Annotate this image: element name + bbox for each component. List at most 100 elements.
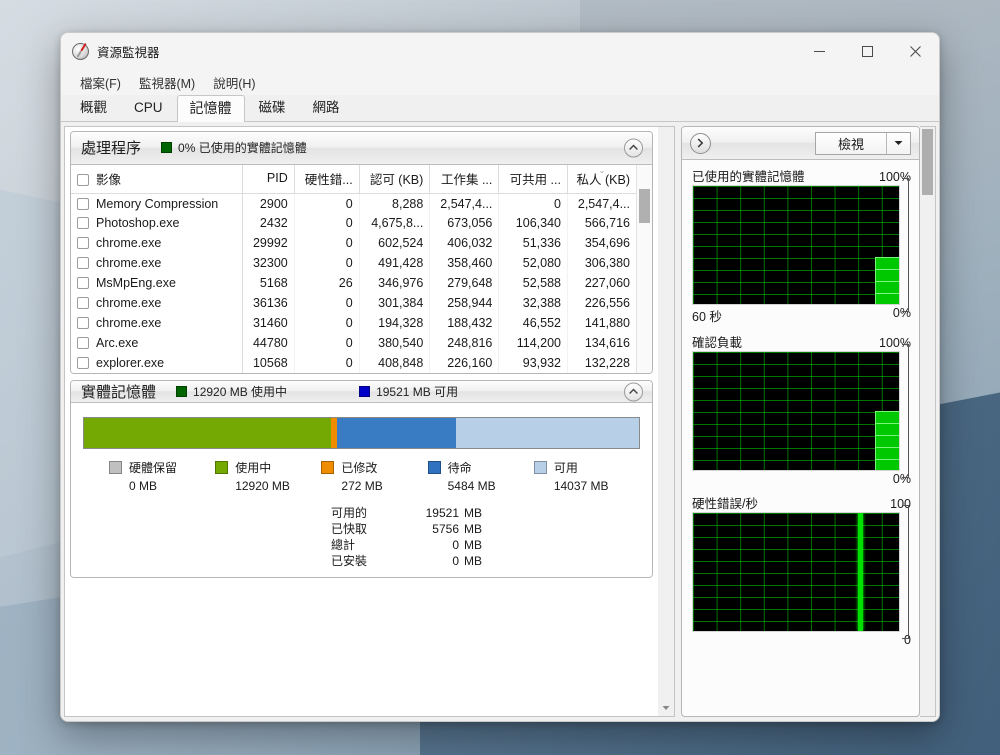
memory-usage-bar: [83, 417, 640, 449]
graph-title: 已使用的實體記憶體: [692, 170, 805, 184]
processes-section-header[interactable]: 處理程序 0% 已使用的實體記憶體: [71, 132, 652, 165]
scroll-up-button[interactable]: [658, 127, 674, 144]
column-header-pid[interactable]: PID: [242, 164, 295, 194]
cell-commit: 301,384: [359, 293, 431, 314]
table-row[interactable]: explorer.exe 10568 0 408,848 226,160 93,932 13…: [71, 353, 636, 373]
cell-image: explorer.exe: [71, 353, 243, 373]
chevron-right-icon[interactable]: [690, 132, 711, 154]
blue-swatch-icon: [359, 386, 371, 397]
column-header-shareable[interactable]: 可共用 ...: [498, 164, 568, 194]
column-header-image[interactable]: 影像: [71, 164, 243, 194]
resource-monitor-icon: [72, 42, 89, 60]
menu-item-file[interactable]: 檔案(F): [71, 70, 130, 95]
left-pane-scrollbar[interactable]: [658, 126, 675, 717]
sort-indicator-icon: ⌄: [598, 165, 606, 175]
physical-memory-header[interactable]: 實體記憶體 12920 MB 使用中 19521 MB 可用: [71, 381, 652, 403]
column-header-hard-faults[interactable]: 硬性錯...: [294, 164, 360, 194]
column-header-private[interactable]: ⌄ 私人 (KB): [567, 164, 636, 194]
physical-memory-section: 實體記憶體 12920 MB 使用中 19521 MB 可用 硬體保留 0 MB…: [70, 380, 653, 578]
tab-overview[interactable]: 概觀: [67, 95, 120, 121]
green-swatch-icon: [161, 142, 173, 154]
summary-row: 已快取 5756 MB: [331, 521, 640, 537]
cell-working-set: 248,816: [429, 333, 500, 354]
cell-working-set: 673,056: [429, 213, 500, 234]
tab-network[interactable]: 網路: [300, 95, 353, 121]
summary-key: 已安裝: [331, 554, 368, 568]
scrollbar-thumb[interactable]: [639, 188, 650, 223]
cell-private: 354,696: [584, 236, 630, 251]
column-header-working-set[interactable]: 工作集 ...: [429, 164, 500, 194]
content-area: 處理程序 0% 已使用的實體記憶體 影像 PID 硬性錯... 認可 (KB) …: [61, 122, 939, 721]
table-row[interactable]: Photoshop.exe 2432 0 4,675,8... 673,056 106,3…: [71, 213, 636, 234]
table-row[interactable]: chrome.exe 31460 0 194,328 188,432 46,552 141,…: [71, 313, 636, 334]
cell-commit: 194,328: [359, 313, 431, 334]
legend-item: 已修改 272 MB: [321, 459, 427, 493]
memory-bar-segment: [455, 418, 639, 448]
cell-private: 2,547,4...: [577, 196, 630, 211]
view-dropdown-button[interactable]: 檢視: [815, 131, 911, 155]
processes-section: 處理程序 0% 已使用的實體記憶體 影像 PID 硬性錯... 認可 (KB) …: [70, 131, 653, 374]
graphs-panel: 檢視 已使用的實體記憶體 100% 60 秒 0% 確認負載 100% 0% 硬性錯誤/秒 10…: [681, 126, 920, 717]
maximize-button[interactable]: [843, 33, 891, 69]
legend-swatch-icon: [109, 461, 122, 474]
row-checkbox[interactable]: [77, 317, 89, 330]
row-checkbox[interactable]: [77, 257, 89, 270]
table-row[interactable]: chrome.exe 32300 0 491,428 358,460 52,080 306,…: [71, 253, 636, 274]
row-checkbox[interactable]: [77, 197, 89, 210]
graph-area-fill: [875, 411, 899, 470]
cell-shareable: 0: [498, 193, 568, 214]
physical-memory-title: 實體記憶體: [81, 384, 157, 401]
row-checkbox[interactable]: [77, 337, 89, 350]
cell-private: 306,380: [584, 256, 630, 271]
select-all-checkbox[interactable]: [77, 173, 89, 186]
graph-x-label: 60 秒: [692, 310, 722, 324]
cell-image: chrome.exe: [71, 233, 243, 254]
close-button[interactable]: [891, 33, 939, 69]
minimize-button[interactable]: [795, 33, 843, 69]
cell-commit: 4,675,8...: [359, 213, 431, 234]
cell-pid: 2432: [242, 213, 295, 234]
memory-used-label: 12920 MB 使用中: [193, 385, 288, 399]
table-row[interactable]: chrome.exe 29992 0 602,524 406,032 51,336 354,…: [71, 233, 636, 254]
menu-item-monitor[interactable]: 監視器(M): [130, 70, 204, 95]
chevron-down-icon[interactable]: [886, 132, 910, 154]
cell-pid: 31460: [242, 313, 295, 334]
right-pane-scrollbar[interactable]: [920, 126, 936, 717]
table-row[interactable]: Memory Compression 2900 0 8,288 2,547,4... 0 2…: [71, 193, 636, 214]
legend-swatch-icon: [215, 461, 229, 474]
row-checkbox[interactable]: [77, 277, 89, 290]
cell-shareable: 93,932: [498, 353, 568, 373]
table-row[interactable]: Arc.exe 44780 0 380,540 248,816 114,200 134,61…: [71, 333, 636, 354]
collapse-processes-icon[interactable]: [624, 138, 643, 158]
table-row[interactable]: MsMpEng.exe 5168 26 346,976 279,648 52,588 227…: [71, 273, 636, 294]
legend-item: 硬體保留 0 MB: [109, 459, 215, 493]
legend-swatch-icon: [427, 461, 441, 474]
cell-working-set: 226,160: [429, 353, 500, 373]
scrollbar-thumb[interactable]: [922, 129, 933, 195]
row-checkbox[interactable]: [77, 237, 89, 250]
scroll-down-button[interactable]: [658, 699, 674, 716]
collapse-physical-memory-icon[interactable]: [624, 382, 643, 401]
graph-area-fill: [875, 256, 899, 304]
graph-spike: [858, 513, 863, 631]
processes-table-scrollbar[interactable]: [636, 164, 652, 373]
tab-disk[interactable]: 磁碟: [246, 95, 299, 121]
cell-image: chrome.exe: [71, 293, 243, 314]
row-checkbox[interactable]: [77, 297, 89, 310]
row-checkbox[interactable]: [77, 217, 89, 230]
processes-table-wrap: 影像 PID 硬性錯... 認可 (KB) 工作集 ... 可共用 ... ⌄ …: [71, 164, 652, 373]
cell-hard-faults: 0: [294, 293, 360, 314]
column-header-commit[interactable]: 認可 (KB): [359, 164, 431, 194]
legend-label: 可用: [553, 461, 578, 475]
cell-pid: 5168: [242, 273, 295, 294]
table-row[interactable]: chrome.exe 36136 0 301,384 258,944 32,388 226,…: [71, 293, 636, 314]
left-scroll-content: 處理程序 0% 已使用的實體記憶體 影像 PID 硬性錯... 認可 (KB) …: [64, 126, 658, 717]
cell-image: Photoshop.exe: [71, 213, 243, 234]
summary-unit: MB: [464, 522, 482, 536]
tab-memory[interactable]: 記憶體: [176, 95, 245, 122]
menu-item-help[interactable]: 說明(H): [204, 70, 264, 95]
tab-cpu[interactable]: CPU: [121, 95, 176, 121]
row-checkbox[interactable]: [77, 357, 89, 370]
cell-image: MsMpEng.exe: [71, 273, 243, 294]
cell-hard-faults: 0: [294, 333, 360, 354]
